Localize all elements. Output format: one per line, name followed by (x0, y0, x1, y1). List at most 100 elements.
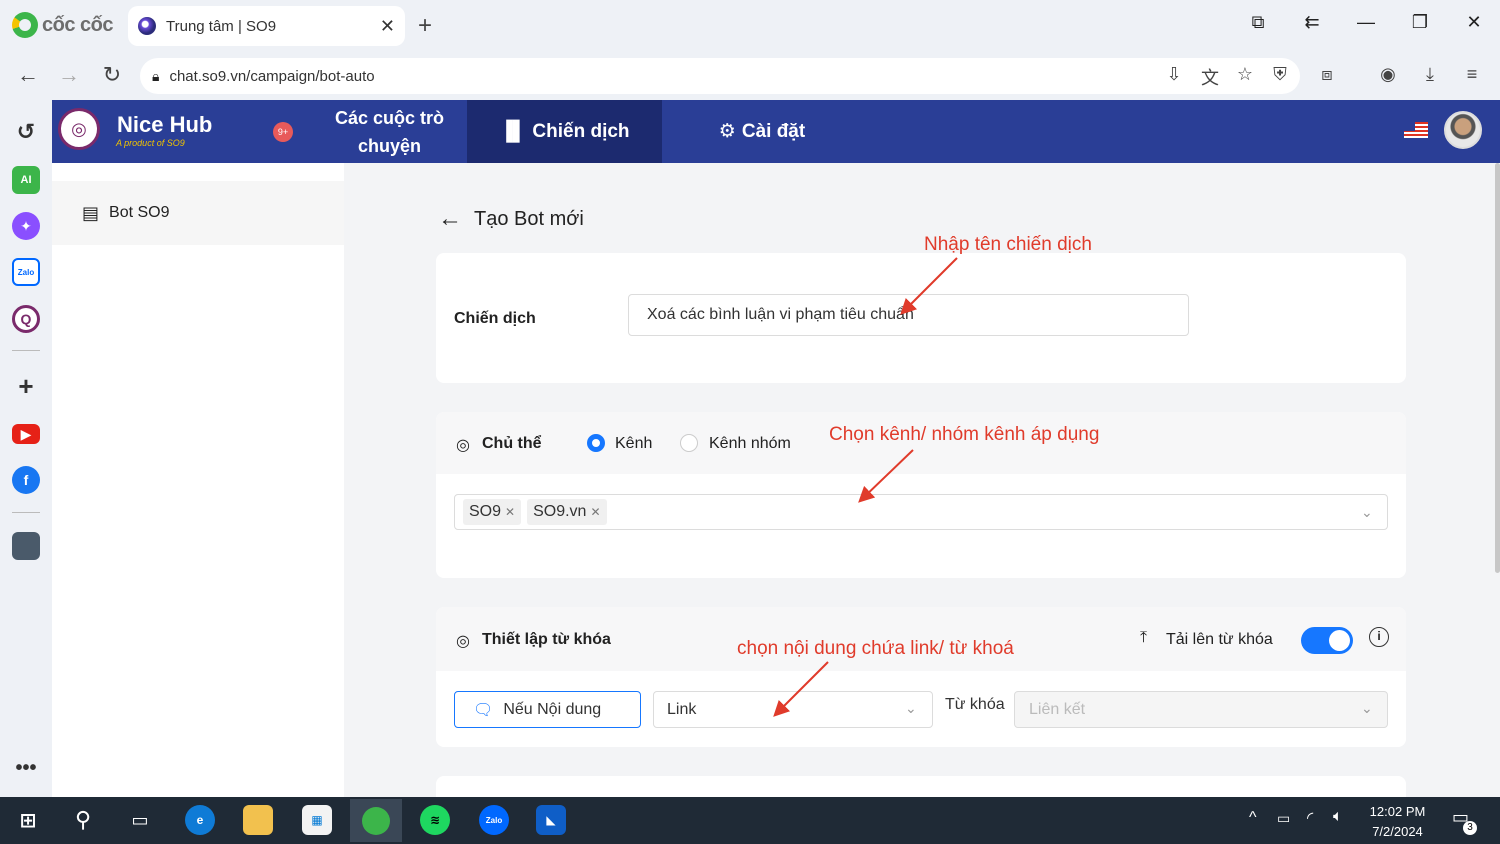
restore-icon[interactable]: ❐ (1405, 12, 1435, 33)
nav-conversations[interactable]: Các cuộc trò chuyện (312, 104, 467, 163)
back-arrow-icon[interactable]: ← (14, 62, 42, 88)
so9-favicon-icon (138, 17, 156, 35)
notification-badge[interactable]: 9+ (273, 122, 293, 142)
address-bar[interactable]: 🔒︎ chat.so9.vn/campaign/bot-auto (140, 58, 1300, 94)
tray-chevron-icon[interactable]: ^ (1249, 809, 1257, 827)
lock-icon: 🔒︎ (152, 67, 160, 84)
coccoc-taskbar-icon[interactable] (350, 799, 402, 842)
campaign-label: Chiến dịch (454, 310, 536, 327)
browser-sidebar: ↺ AI ✦ Zalo Q + ▶ f ••• (0, 100, 52, 797)
channel-select[interactable]: SO9 ✕ SO9.vn ✕ (454, 494, 1388, 530)
nav-settings[interactable]: ⚙ Cài đặt (702, 100, 822, 163)
channel-tag: SO9 ✕ (463, 499, 522, 525)
chat-icon: ▤ (82, 202, 100, 223)
new-tab-icon[interactable]: + (418, 12, 432, 40)
us-flag-icon[interactable] (1404, 122, 1428, 138)
browser-toolbar: ← → ↻ 🔒︎ chat.so9.vn/campaign/bot-auto ⇩… (0, 52, 1500, 100)
browser-tab[interactable]: Trung tâm | SO9 ✕ (128, 6, 405, 46)
annotation-channel: Chọn kênh/ nhóm kênh áp dụng (829, 424, 1100, 445)
page-title: Tạo Bot mới (474, 207, 584, 230)
keyword-select[interactable]: Liên kết (1014, 691, 1388, 728)
browser-brand-name: cốc cốc (42, 13, 113, 36)
minimize-icon[interactable]: — (1351, 12, 1381, 33)
back-history-icon[interactable]: ⇇ (1297, 12, 1327, 33)
install-app-icon[interactable]: ⇩ (1162, 64, 1186, 85)
radio-channel-group[interactable] (680, 434, 698, 452)
profile-photo-icon[interactable] (12, 532, 40, 560)
screen-search-icon[interactable]: ⧉ (1243, 12, 1273, 33)
translate-icon[interactable]: 文 (1198, 64, 1222, 90)
campaign-name-input[interactable]: Xoá các bình luận vi phạm tiêu chuẩn (628, 294, 1189, 336)
add-icon[interactable]: + (12, 371, 40, 401)
coccoc-logo-icon (12, 12, 38, 38)
nicehub-icon[interactable]: Q (12, 305, 40, 333)
info-icon[interactable]: i (1369, 627, 1389, 647)
bookmark-star-icon[interactable]: ☆ (1233, 64, 1257, 85)
channel-tag-label: SO9 (469, 503, 502, 520)
tag-remove-icon[interactable]: ✕ (590, 505, 600, 519)
radio-channel[interactable] (587, 434, 605, 452)
target-icon: ◎ (456, 633, 470, 650)
store-icon[interactable]: ▦ (302, 805, 332, 835)
avatar[interactable] (1444, 111, 1482, 149)
tag-remove-icon[interactable]: ✕ (505, 505, 515, 519)
toggle-knob (1329, 630, 1350, 651)
condition-button[interactable]: 🗨︎ Nếu Nội dung (454, 691, 641, 728)
radio-channel-label: Kênh (615, 435, 653, 452)
browser-tabbar: cốc cốc Trung tâm | SO9 ✕ + ⧉ ⇇ — ❐ ✕ (0, 0, 1500, 52)
nav-campaign[interactable]: ▐▌ Chiến dịch (467, 100, 662, 163)
history-icon[interactable]: ↺ (12, 118, 40, 146)
zalo-taskbar-icon[interactable]: Zalo (479, 805, 509, 835)
forward-arrow-icon[interactable]: → (55, 62, 83, 88)
back-arrow-icon[interactable]: ← (438, 205, 462, 233)
gear-icon: ⚙ (718, 121, 736, 142)
upload-icon[interactable]: ⤒ (1140, 629, 1147, 647)
channel-tag-label: SO9.vn (533, 503, 587, 520)
edge-icon[interactable]: e (185, 805, 215, 835)
profile-icon[interactable]: ◉ (1376, 64, 1400, 85)
nav-campaign-label: Chiến dịch (532, 120, 630, 142)
shield-icon[interactable]: ⛨ (1268, 64, 1292, 85)
keyword-toggle[interactable] (1301, 627, 1353, 654)
more-icon[interactable]: ••• (12, 754, 40, 782)
sidebar-divider (12, 350, 40, 351)
condition-select[interactable]: Link (653, 691, 933, 728)
page-scrollbar[interactable] (1495, 163, 1500, 573)
chevron-down-icon[interactable]: ⌄ (905, 700, 917, 717)
upload-keyword-label[interactable]: Tải lên từ khóa (1166, 631, 1273, 649)
volume-icon[interactable]: 🔈︎ (1333, 808, 1343, 826)
window-close-icon[interactable]: ✕ (1459, 12, 1489, 33)
windows-start-icon[interactable]: ⊞ (13, 805, 43, 835)
sidebar-item-bot-so9[interactable]: ▤ Bot SO9 (52, 181, 344, 245)
annotation-content: chọn nội dung chứa link/ từ khoá (737, 638, 1014, 659)
keyword-card: ◎ Thiết lập từ khóa ⤒ Tải lên từ khóa i … (436, 607, 1406, 747)
menu-icon[interactable]: ≡ (1460, 64, 1484, 85)
file-explorer-icon[interactable] (243, 805, 273, 835)
task-view-icon[interactable]: ▭ (125, 805, 155, 835)
battery-icon[interactable]: ▭ (1277, 810, 1290, 827)
download-icon[interactable]: ⤓ (1418, 64, 1442, 85)
app-icon[interactable]: ◣ (536, 805, 566, 835)
chevron-down-icon[interactable]: ⌄ (1361, 504, 1373, 521)
keyword-field-label: Từ khóa (945, 696, 1005, 713)
tab-close-icon[interactable]: ✕ (380, 16, 395, 37)
system-clock[interactable]: 12:02 PM 7/2/2024 (1360, 802, 1435, 842)
search-icon[interactable]: ⚲ (68, 805, 98, 835)
coccoc-logo-icon (362, 806, 390, 835)
chevron-down-icon[interactable]: ⌄ (1361, 700, 1373, 717)
app-name: Nice Hub (117, 112, 213, 137)
browser-brand: cốc cốc (12, 12, 113, 38)
wifi-icon[interactable]: ◜ (1307, 808, 1313, 828)
reload-icon[interactable]: ↻ (98, 62, 126, 88)
clock-date: 7/2/2024 (1372, 824, 1423, 839)
zalo-icon[interactable]: Zalo (12, 258, 40, 286)
ai-icon[interactable]: AI (12, 166, 40, 194)
extensions-icon[interactable]: ⧈ (1315, 64, 1339, 85)
spotify-icon[interactable]: ≋ (420, 805, 450, 835)
youtube-icon[interactable]: ▶ (12, 424, 40, 444)
radio-channel-group-label: Kênh nhóm (709, 435, 791, 452)
messenger-icon[interactable]: ✦ (12, 212, 40, 240)
campaign-card: Chiến dịch Xoá các bình luận vi phạm tiê… (436, 253, 1406, 383)
nicehub-logo-icon[interactable]: ◎ (58, 108, 100, 150)
facebook-icon[interactable]: f (12, 466, 40, 494)
